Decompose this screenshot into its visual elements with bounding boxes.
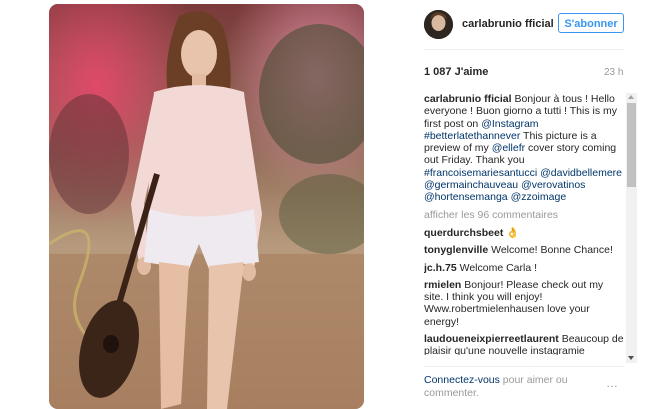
comment: rmielen Bonjour! Please check out my sit…: [424, 279, 624, 328]
comment-text: Welcome! Bonne Chance!: [491, 244, 613, 257]
avatar-image: [424, 10, 453, 39]
comment-username[interactable]: querdurchsbeet: [424, 227, 503, 239]
hashtag-link[interactable]: #betterlatethannever: [424, 130, 520, 142]
scrollbar-thumb[interactable]: [627, 103, 636, 187]
divider: [424, 49, 624, 50]
comments-scrollbar[interactable]: [626, 93, 637, 363]
avatar[interactable]: [424, 10, 453, 39]
post-time[interactable]: 23 h: [604, 67, 623, 78]
mention-link[interactable]: @davidbellemere: [540, 167, 622, 179]
comment: tonyglenville Welcome! Bonne Chance!: [424, 244, 624, 256]
comments-list[interactable]: carlabrunio fficial Bonjour à tous ! Hel…: [424, 93, 624, 355]
view-more-comments[interactable]: afficher les 96 commentaires: [424, 209, 624, 221]
mention-link[interactable]: @hortensemanga: [424, 191, 508, 203]
scroll-down-icon[interactable]: [628, 356, 634, 360]
post-image[interactable]: [49, 4, 364, 409]
likes-count[interactable]: 1 087 J'aime: [424, 66, 488, 78]
more-options-icon[interactable]: …: [606, 376, 619, 390]
caption: carlabrunio fficial Bonjour à tous ! Hel…: [424, 93, 624, 204]
divider: [424, 366, 624, 367]
hashtag-link[interactable]: #francoisemariesantucci: [424, 167, 537, 179]
login-link[interactable]: Connectez-vous: [424, 374, 500, 386]
login-prompt: Connectez-vous pour aimer ou commenter.: [424, 374, 594, 399]
mention-link[interactable]: @zzoimage: [511, 191, 567, 203]
header-username[interactable]: carlabrunio fficial: [462, 18, 554, 30]
comment: querdurchsbeet 👌: [424, 227, 624, 239]
comment-username[interactable]: jc.h.75: [424, 262, 457, 274]
mention-link[interactable]: @ellefr: [492, 142, 525, 154]
mention-link[interactable]: @Instagram: [481, 118, 538, 130]
comment-text: Welcome Carla !: [459, 261, 538, 274]
mention-link[interactable]: @germainchauveau: [424, 179, 518, 191]
post-photo-illustration: [49, 4, 364, 409]
follow-button[interactable]: S'abonner: [558, 13, 624, 33]
scroll-up-icon[interactable]: [628, 95, 634, 99]
mention-link[interactable]: @verovatinos: [521, 179, 585, 191]
comment: laudoueneixpierreetlaurent Beaucoup de p…: [424, 333, 624, 355]
comment-text: 👌: [506, 226, 520, 239]
comment-username[interactable]: tonyglenville: [424, 244, 488, 256]
comment: jc.h.75 Welcome Carla !: [424, 262, 624, 274]
post-header: carlabrunio fficial S'abonner: [424, 10, 649, 40]
caption-username[interactable]: carlabrunio fficial: [424, 93, 512, 105]
comment-username[interactable]: rmielen: [424, 279, 461, 291]
comment-username[interactable]: laudoueneixpierreetlaurent: [424, 333, 559, 345]
